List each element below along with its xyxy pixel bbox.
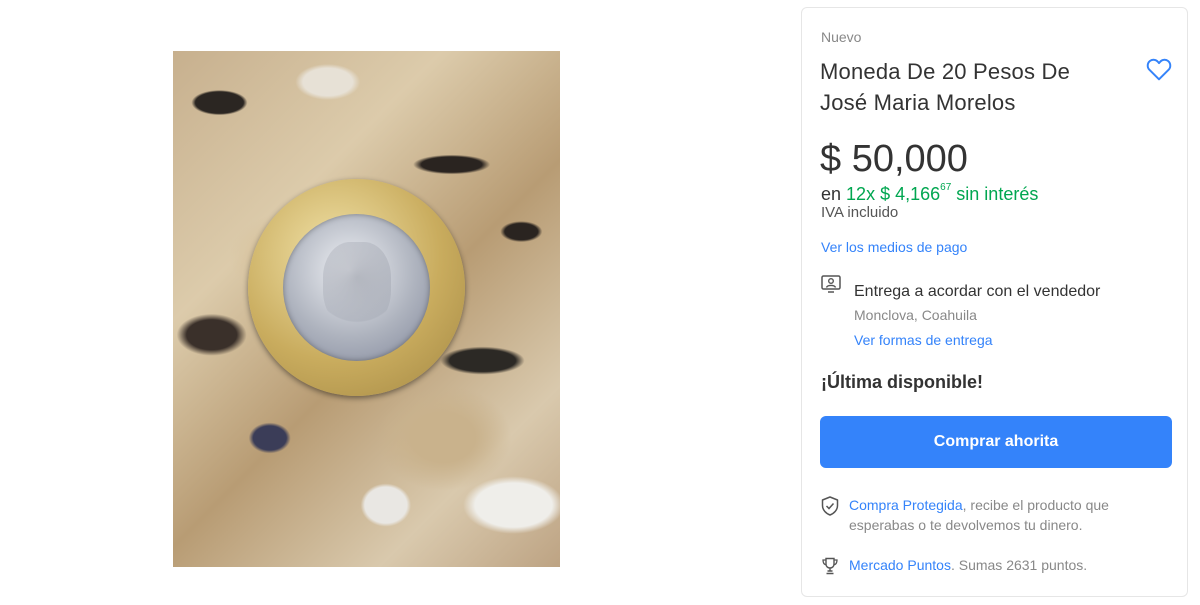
stock-status: ¡Última disponible! <box>821 372 983 392</box>
coin-eagle-emblem <box>323 242 391 330</box>
loyalty-points-text: . Sumas 2631 puntos. <box>950 557 1088 573</box>
installments-info: en 12x $ 4,16667 sin interés <box>821 182 1039 205</box>
product-price: $ 50,000 <box>820 138 968 180</box>
delivery-options-link[interactable]: Ver formas de entrega <box>854 332 993 348</box>
shield-check-icon <box>821 496 839 516</box>
trophy-icon <box>822 557 838 575</box>
coin-outer-ring <box>248 179 465 396</box>
installments-prefix: en <box>821 184 842 204</box>
heart-outline-icon[interactable] <box>1146 57 1172 81</box>
product-title: Moneda De 20 Pesos De José Maria Morelos <box>820 59 1071 115</box>
buy-now-button[interactable]: Comprar ahorita <box>820 416 1172 468</box>
installments-count: 12x <box>846 184 876 204</box>
installments-amount-value: $ 4,166 <box>880 184 941 204</box>
loyalty-points: Mercado Puntos. Sumas 2631 puntos. <box>849 557 1087 573</box>
purchase-protection: Compra Protegida, recibe el producto que… <box>849 495 1149 535</box>
product-photo[interactable] <box>173 51 560 567</box>
buy-box-panel: Nuevo Moneda De 20 Pesos De José Maria M… <box>801 7 1188 597</box>
purchase-protection-link[interactable]: Compra Protegida <box>849 497 963 513</box>
loyalty-points-link[interactable]: Mercado Puntos <box>849 557 951 573</box>
tax-note: IVA incluido <box>821 204 899 221</box>
installments-cents: 67 <box>940 182 952 193</box>
installments-suffix: sin interés <box>956 184 1039 204</box>
product-condition: Nuevo <box>821 29 862 45</box>
installments-amount: $ 4,16667 <box>880 182 952 204</box>
coin-center <box>283 214 430 361</box>
delivery-location: Monclova, Coahuila <box>854 307 977 323</box>
payment-methods-link[interactable]: Ver los medios de pago <box>821 239 967 255</box>
delivery-title: Entrega a acordar con el vendedor <box>854 283 1101 300</box>
person-badge-icon <box>821 275 841 293</box>
